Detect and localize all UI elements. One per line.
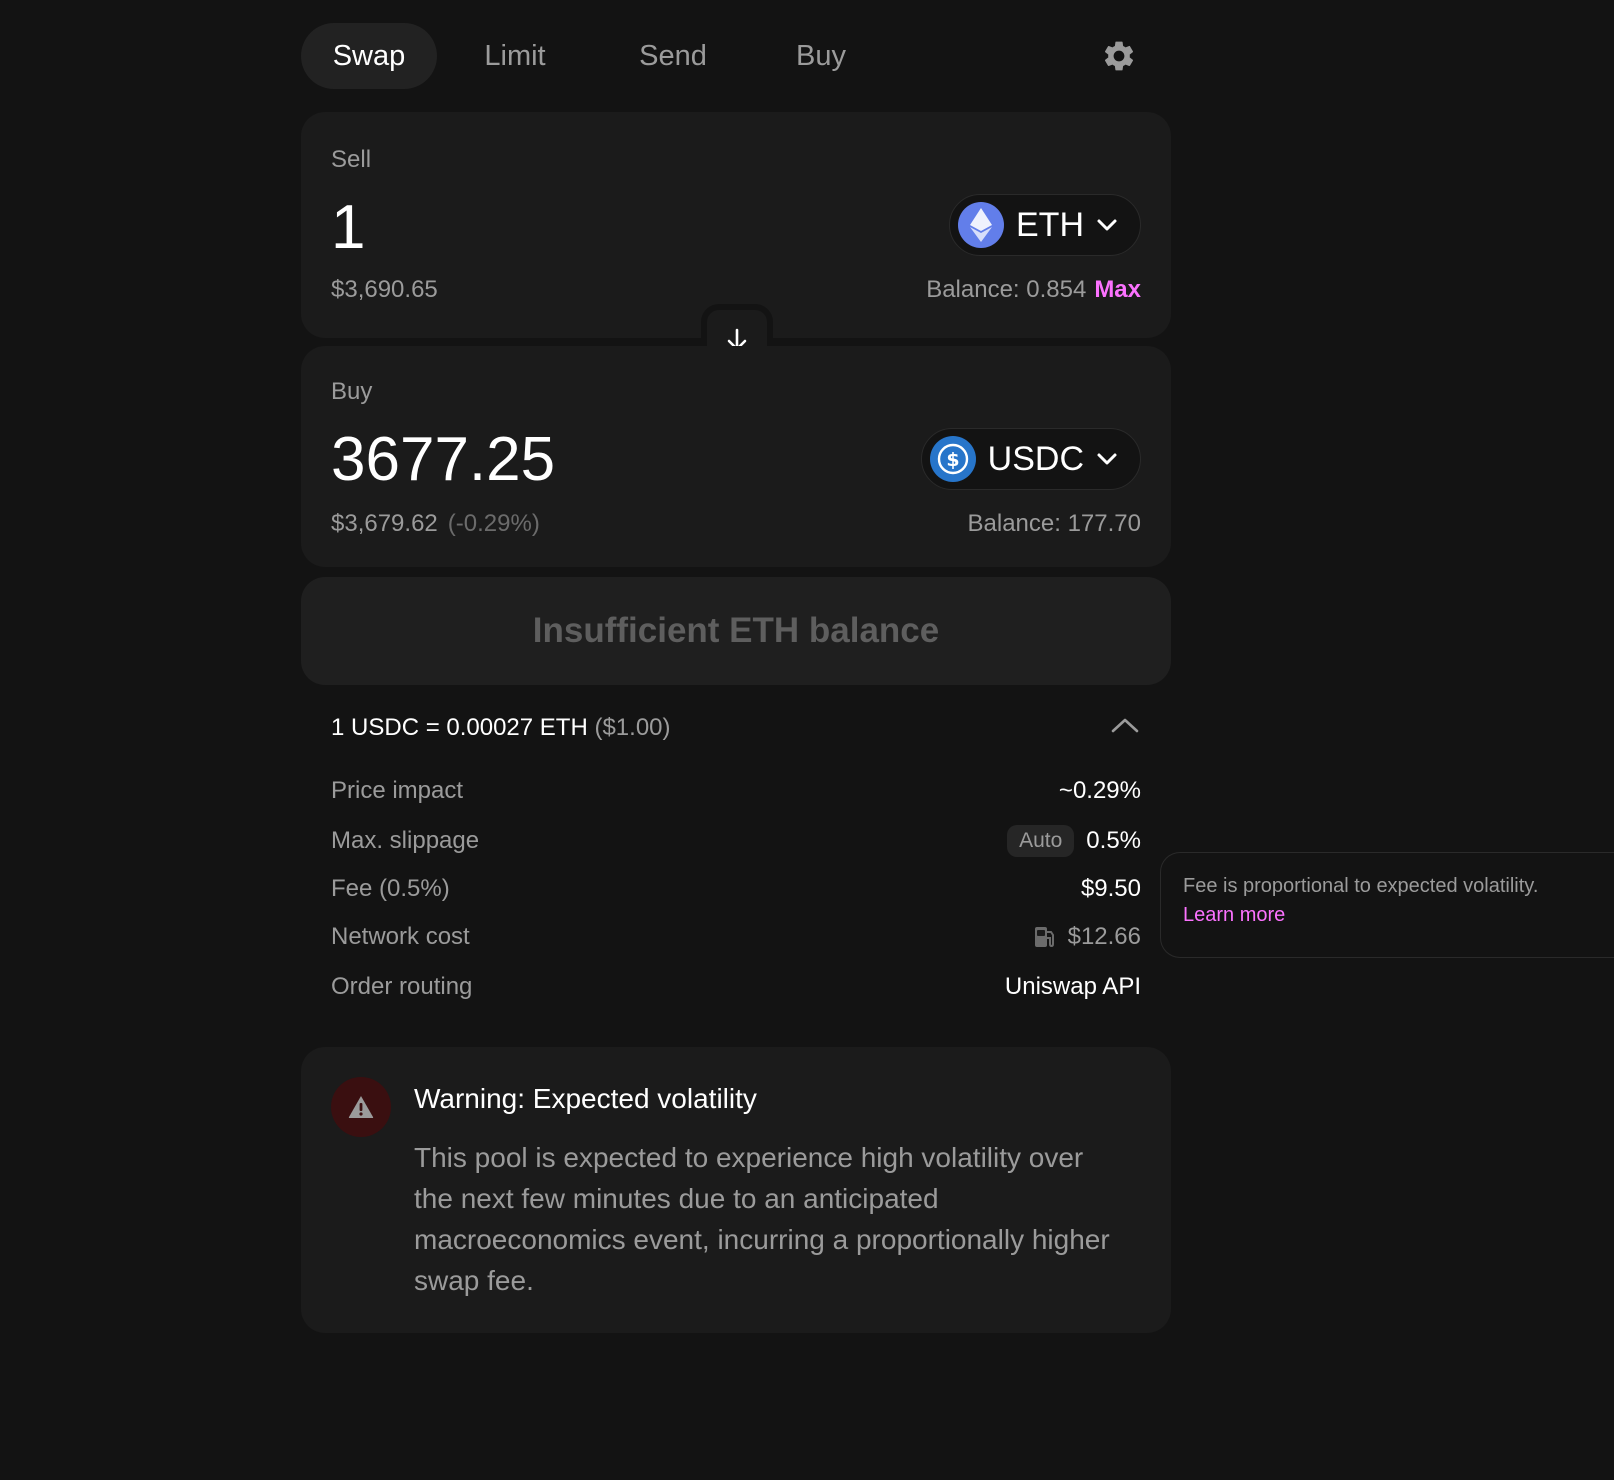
exchange-rate-row[interactable]: 1 USDC = 0.00027 ETH ($1.00) bbox=[331, 714, 1141, 748]
svg-text:$: $ bbox=[946, 449, 959, 471]
buy-token-symbol: USDC bbox=[987, 439, 1084, 478]
buy-token-selector[interactable]: $ USDC bbox=[920, 428, 1141, 490]
fee-tooltip: Fee is proportional to expected volatili… bbox=[1160, 852, 1614, 958]
tab-send[interactable]: Send bbox=[618, 23, 728, 89]
settings-button[interactable] bbox=[1097, 34, 1141, 78]
exchange-rate: 1 USDC = 0.00027 ETH bbox=[331, 714, 588, 741]
swap-tabs: Swap Limit Send Buy bbox=[301, 23, 1171, 89]
usdc-logo-icon: $ bbox=[929, 436, 976, 482]
network-cost-row: Network cost $12.66 bbox=[331, 920, 1141, 954]
warning-title: Warning: Expected volatility bbox=[414, 1083, 757, 1114]
order-routing-value[interactable]: Uniswap API bbox=[1005, 973, 1141, 1001]
buy-balance: Balance: 177.70 bbox=[967, 510, 1141, 537]
sell-label: Sell bbox=[331, 146, 372, 173]
max-slippage-row: Max. slippage Auto 0.5% bbox=[331, 824, 1141, 858]
network-cost-value-group: $12.66 bbox=[1032, 923, 1141, 951]
gas-pump-icon bbox=[1034, 927, 1054, 948]
tab-swap[interactable]: Swap bbox=[301, 23, 437, 89]
sell-balance-text: Balance: 0.854 bbox=[926, 276, 1087, 303]
chevron-down-icon bbox=[1097, 453, 1117, 465]
gear-icon bbox=[1104, 41, 1134, 71]
sell-token-symbol: ETH bbox=[1016, 205, 1084, 244]
max-slippage-value-group: Auto 0.5% bbox=[1007, 825, 1141, 857]
buy-usd-value: $3,679.62 (-0.29%) bbox=[331, 510, 540, 538]
sell-usd-value: $3,690.65 bbox=[331, 276, 438, 303]
fee-tooltip-text: Fee is proportional to expected volatili… bbox=[1183, 875, 1539, 897]
buy-usd-change: (-0.29%) bbox=[447, 510, 540, 537]
fee-value[interactable]: $9.50 bbox=[1081, 875, 1141, 903]
learn-more-link[interactable]: Learn more bbox=[1183, 904, 1285, 927]
exchange-rate-usd: ($1.00) bbox=[594, 714, 671, 741]
buy-label: Buy bbox=[331, 378, 373, 405]
collapse-details-button[interactable] bbox=[1109, 714, 1141, 742]
fee-label: Fee (0.5%) bbox=[331, 875, 450, 902]
warning-body: This pool is expected to experience high… bbox=[414, 1142, 1110, 1296]
insufficient-balance-button[interactable]: Insufficient ETH balance bbox=[301, 577, 1171, 685]
order-routing-row: Order routing Uniswap API bbox=[331, 970, 1141, 1004]
tab-limit[interactable]: Limit bbox=[463, 23, 567, 89]
chevron-down-icon bbox=[1097, 219, 1117, 231]
warning-triangle-icon bbox=[331, 1077, 391, 1137]
price-impact-value: ~0.29% bbox=[1058, 777, 1141, 804]
network-cost-label: Network cost bbox=[331, 923, 470, 950]
fee-row: Fee (0.5%) $9.50 bbox=[331, 872, 1141, 906]
buy-panel: Buy 3677.25 $ USDC $3,679.62 (-0.29%) Bal… bbox=[301, 346, 1171, 567]
buy-amount-input[interactable]: 3677.25 bbox=[331, 424, 555, 495]
sell-amount-input[interactable]: 1 bbox=[331, 192, 365, 263]
price-impact-row: Price impact ~0.29% bbox=[331, 774, 1141, 808]
buy-usd-amount: $3,679.62 bbox=[331, 510, 438, 537]
tab-buy[interactable]: Buy bbox=[776, 23, 866, 89]
slippage-auto-badge[interactable]: Auto bbox=[1007, 825, 1075, 857]
chevron-up-icon bbox=[1111, 718, 1139, 733]
swap-page: Swap Limit Send Buy Sell 1 ETH $3,690.65 bbox=[0, 0, 1614, 1480]
max-button[interactable]: Max bbox=[1094, 276, 1141, 303]
max-slippage-label: Max. slippage bbox=[331, 827, 480, 854]
eth-logo-icon bbox=[958, 202, 1004, 248]
network-cost-value: $12.66 bbox=[1067, 923, 1141, 950]
sell-token-selector[interactable]: ETH bbox=[949, 194, 1141, 256]
max-slippage-value: 0.5% bbox=[1086, 827, 1141, 854]
volatility-warning-card: Warning: Expected volatility This pool i… bbox=[301, 1047, 1171, 1333]
price-impact-label: Price impact bbox=[331, 777, 464, 804]
order-routing-label: Order routing bbox=[331, 973, 473, 1000]
sell-balance: Balance: 0.854 Max bbox=[926, 276, 1141, 304]
